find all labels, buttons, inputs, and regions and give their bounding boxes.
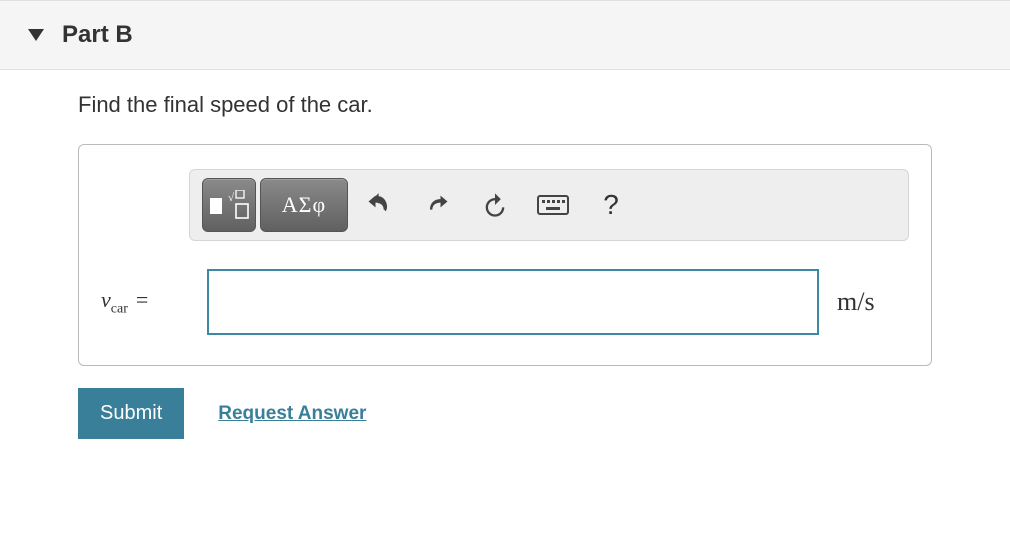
- keyboard-icon: [537, 193, 569, 217]
- units-label: m/s: [837, 287, 875, 317]
- help-button[interactable]: ?: [584, 178, 638, 232]
- greek-symbols-button[interactable]: ΑΣφ: [260, 178, 348, 232]
- part-title: Part B: [62, 21, 133, 49]
- svg-text:√: √: [228, 192, 235, 204]
- answer-box: √ ΑΣφ: [78, 144, 932, 366]
- templates-button[interactable]: √: [202, 178, 256, 232]
- question-prompt: Find the final speed of the car.: [78, 92, 932, 118]
- var-symbol: v: [101, 287, 111, 312]
- request-answer-link[interactable]: Request Answer: [218, 403, 366, 425]
- caret-down-icon: [28, 29, 44, 41]
- reset-icon: [481, 191, 509, 219]
- part-header[interactable]: Part B: [0, 0, 1010, 70]
- template-icon: √: [209, 190, 249, 220]
- variable-label: vcar=: [101, 287, 189, 317]
- input-row: vcar= m/s: [101, 269, 909, 335]
- actions-row: Submit Request Answer: [78, 388, 932, 439]
- equals-sign: =: [128, 287, 148, 312]
- keyboard-button[interactable]: [526, 178, 580, 232]
- content-area: Find the final speed of the car. √ ΑΣφ: [0, 70, 1010, 463]
- submit-button[interactable]: Submit: [78, 388, 184, 439]
- undo-icon: [365, 191, 393, 219]
- redo-icon: [423, 191, 451, 219]
- undo-button[interactable]: [352, 178, 406, 232]
- redo-button[interactable]: [410, 178, 464, 232]
- greek-label: ΑΣφ: [282, 192, 326, 218]
- var-subscript: car: [111, 301, 128, 316]
- help-icon: ?: [603, 189, 619, 221]
- answer-input[interactable]: [207, 269, 819, 335]
- formula-toolbar: √ ΑΣφ: [189, 169, 909, 241]
- reset-button[interactable]: [468, 178, 522, 232]
